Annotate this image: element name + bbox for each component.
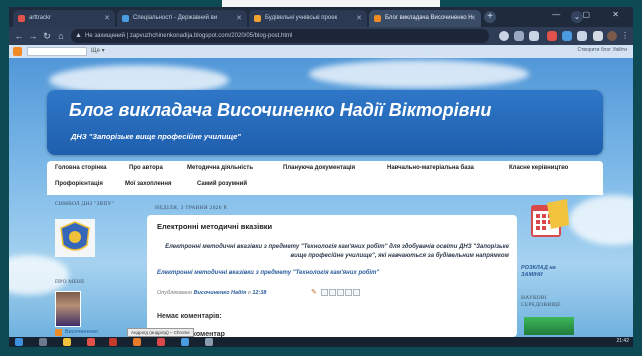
share-buttons — [321, 289, 360, 297]
blogger-logo-icon[interactable] — [13, 47, 22, 56]
cloud-decoration — [309, 60, 529, 88]
address-bar-row: ← → ↻ ⌂ ▲ Не захищений | zapvuzhchinenko… — [9, 27, 633, 45]
tab-strip: arttrackr ✕ Спеціальності - Державний ви… — [9, 7, 633, 27]
app-icon[interactable] — [181, 338, 189, 346]
tab-favicon — [374, 15, 381, 22]
author-photo[interactable] — [55, 291, 81, 327]
twitter-share-icon[interactable] — [337, 289, 344, 296]
app-icon[interactable] — [205, 338, 213, 346]
tab-material-base[interactable]: Навчально-матеріальна база — [387, 165, 474, 171]
cloud-decoration — [569, 195, 633, 245]
profile-avatar-icon[interactable] — [607, 31, 617, 41]
emblem-heading: СИМВОЛ ДНЗ "ЗВПУ" — [55, 201, 115, 207]
share-icon[interactable] — [514, 31, 524, 41]
insecure-label: Не захищений — [85, 33, 125, 39]
search-icon[interactable] — [39, 338, 47, 346]
browser-tab-4-active[interactable]: Блог викладача Височиненко Н ✕ — [369, 10, 481, 27]
app-icon[interactable] — [109, 338, 117, 346]
no-comments-label: Немає коментарів: — [157, 313, 222, 320]
post-title[interactable]: Електронні методичні вказівки — [157, 222, 272, 231]
tab-career[interactable]: Профорієнтація — [55, 181, 103, 187]
tab-home[interactable]: Головна сторінка — [55, 165, 107, 171]
chrome-icon[interactable] — [87, 338, 95, 346]
tab-smartest[interactable]: Самий розумний — [197, 181, 247, 187]
window-controls[interactable]: — ▢ ✕ — [552, 10, 629, 19]
star-icon[interactable] — [529, 31, 539, 41]
cloud-decoration — [9, 255, 69, 295]
home-icon[interactable]: ⌂ — [55, 29, 67, 43]
post-link[interactable]: Електронні методичні вказівки з предмету… — [157, 270, 379, 276]
warning-icon: ▲ — [75, 32, 82, 39]
email-share-icon[interactable] — [321, 289, 328, 296]
post-body: Електронні методичні вказівки з предмету… — [165, 244, 509, 259]
puzzle-icon[interactable] — [577, 31, 587, 41]
top-white-bar — [222, 0, 440, 7]
school-emblem-image — [55, 219, 95, 257]
app-icon[interactable] — [133, 338, 141, 346]
close-icon[interactable]: ✕ — [356, 10, 362, 27]
tab-method[interactable]: Методична діяльність — [187, 165, 253, 171]
meta-prefix: Опубліковано — [157, 290, 193, 296]
calendar-icon[interactable] — [529, 197, 571, 241]
close-icon[interactable]: ✕ — [104, 10, 110, 27]
tab-favicon — [18, 15, 25, 22]
file-explorer-icon[interactable] — [63, 338, 71, 346]
taskbar-tooltip: Андроїд (андроїд) – Chrome — [127, 328, 194, 337]
tab-class-leadership[interactable]: Класне керівництво — [509, 165, 568, 171]
facebook-share-icon[interactable] — [345, 289, 352, 296]
browser-tab-2[interactable]: Спеціальності - Державний ви ✕ — [117, 10, 247, 27]
tab-label: arttrackr — [29, 15, 52, 21]
time-link[interactable]: 12:38 — [252, 290, 266, 296]
tab-hobbies[interactable]: Мої захоплення — [125, 181, 172, 187]
blogger-account-links[interactable]: Створити блог Увійти — [578, 47, 627, 53]
extension-icon[interactable] — [562, 31, 572, 41]
about-heading: ПРО МЕНЕ — [55, 279, 85, 285]
browser-tab-1[interactable]: arttrackr ✕ — [13, 10, 115, 27]
screen: arttrackr ✕ Спеціальності - Державний ви… — [9, 7, 633, 347]
system-clock[interactable]: 21:42 — [616, 338, 629, 344]
edit-pencil-icon[interactable]: ✎ — [311, 288, 317, 296]
science-image[interactable] — [524, 317, 574, 335]
profile-link[interactable]: Височиненко — [65, 329, 98, 335]
science-heading: НАУКОВІ СЕРЕДОВИЩЕ — [521, 295, 561, 308]
post-date: НЕДІЛЯ, 3 ТРАВНЯ 2020 Р. — [155, 205, 228, 211]
tab-planning[interactable]: Плануюча документація — [283, 165, 355, 171]
post-meta: Опубліковано Височиненко Надія o 12:38 — [157, 290, 267, 296]
tab-favicon — [254, 15, 261, 22]
blog-search-input[interactable] — [27, 47, 87, 56]
tab-label: Будівельні учнівські проек — [265, 15, 338, 21]
sidebar-icon[interactable] — [593, 31, 603, 41]
blog-description: ДНЗ "Запорізьке вище професійне училище" — [71, 132, 241, 141]
url-text: zapvuzhchinenkonadija.blogspot.com/2020/… — [129, 33, 293, 39]
extension-icon[interactable] — [547, 31, 557, 41]
new-tab-button[interactable]: + — [484, 11, 496, 23]
tab-label: Спеціальності - Державний ви — [133, 15, 218, 21]
blog-title[interactable]: Блог викладача Височиненко Надії Вікторі… — [69, 100, 491, 121]
blogger-profile-icon — [55, 329, 62, 336]
windows-start-icon[interactable] — [15, 338, 23, 346]
reload-icon[interactable]: ↻ — [41, 29, 53, 43]
tab-label: Блог викладача Височиненко Н — [385, 15, 473, 21]
app-icon[interactable] — [157, 338, 165, 346]
back-arrow-icon[interactable]: ← — [13, 29, 25, 43]
blog-post: Електронні методичні вказівки Електронні… — [147, 215, 517, 338]
schedule-link[interactable]: РОЗКЛАД на ЗАМІНИ — [521, 265, 571, 279]
forward-arrow-icon[interactable]: → — [27, 29, 39, 43]
page-tabs: Головна сторінка Про автора Методична ді… — [47, 161, 603, 195]
close-icon[interactable]: ✕ — [470, 10, 476, 27]
pinterest-share-icon[interactable] — [353, 289, 360, 296]
key-icon[interactable] — [499, 31, 509, 41]
taskbar: 21:42 — [9, 337, 633, 347]
browser-tab-3[interactable]: Будівельні учнівські проек ✕ — [249, 10, 367, 27]
blog-share-icon[interactable] — [329, 289, 336, 296]
tab-favicon — [122, 15, 129, 22]
author-link[interactable]: Височиненко Надія — [194, 290, 247, 296]
url-bar[interactable]: ▲ Не захищений | zapvuzhchinenkonadija.b… — [71, 29, 489, 43]
tab-about[interactable]: Про автора — [129, 165, 163, 171]
close-icon[interactable]: ✕ — [236, 10, 242, 27]
blogger-navbar: Ще ▾ Створити блог Увійти — [9, 45, 633, 58]
menu-dots-icon[interactable]: ⋮ — [621, 31, 631, 41]
blog-header: Блог викладача Височиненко Надії Вікторі… — [47, 90, 603, 155]
more-menu[interactable]: Ще ▾ — [91, 47, 105, 54]
